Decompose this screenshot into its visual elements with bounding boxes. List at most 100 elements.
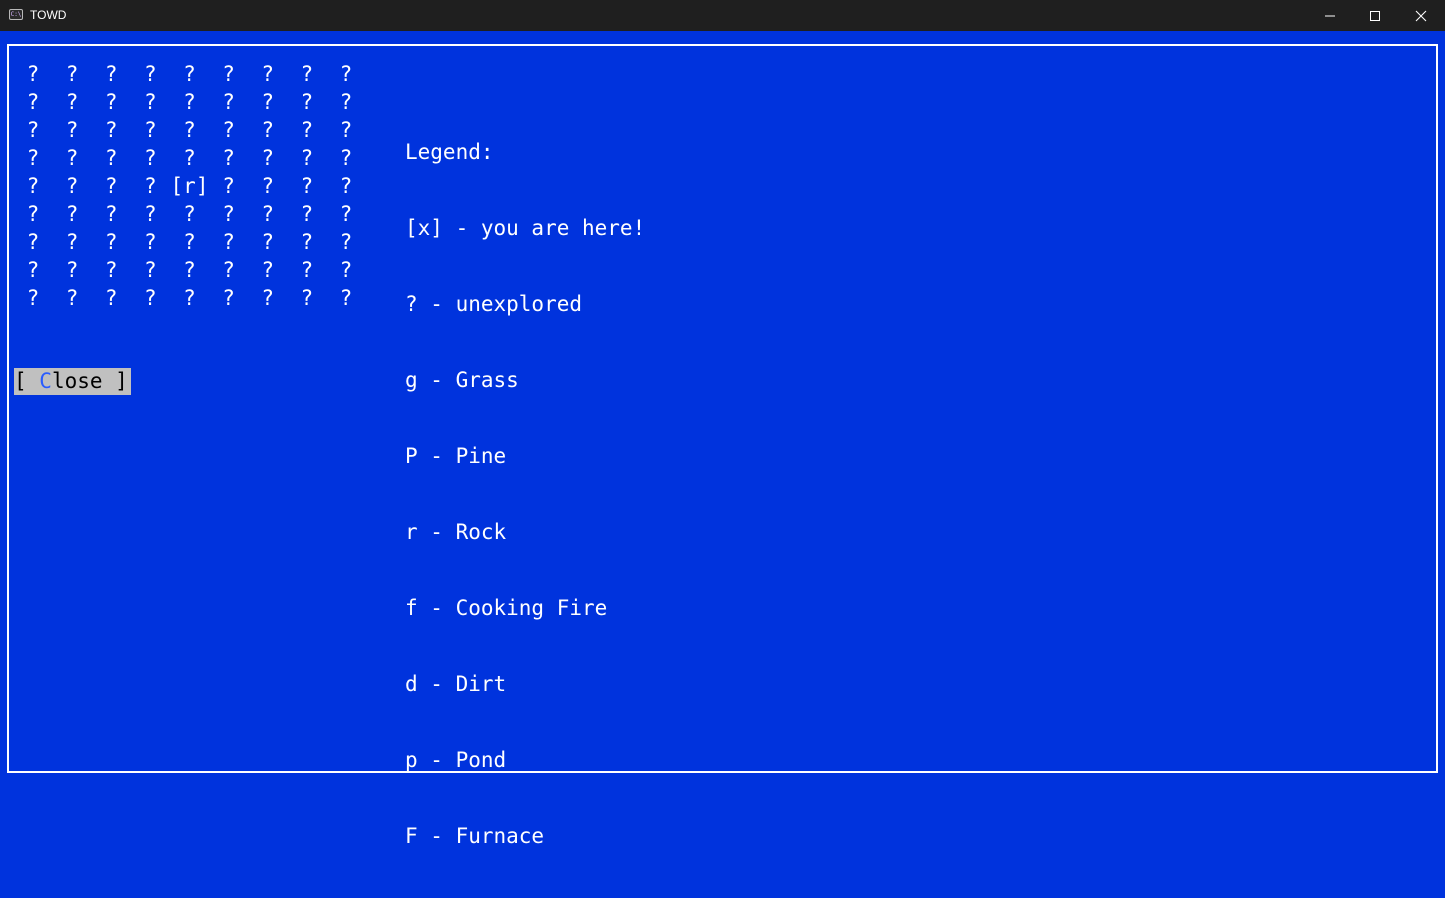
title-bar[interactable]: C:\ TOWD <box>0 0 1445 31</box>
map-cell-unexplored: ? <box>183 118 196 142</box>
legend-entry: F - Furnace <box>405 824 545 848</box>
map-cell-unexplored: ? <box>183 90 196 114</box>
maximize-icon <box>1370 11 1380 21</box>
map-cell-unexplored: ? <box>26 258 40 282</box>
map-cell-unexplored: ? <box>65 230 79 254</box>
map-row: ????????? <box>0 228 360 256</box>
map-row: ???? [r]???? <box>0 172 360 200</box>
map-cell-unexplored: ? <box>104 230 118 254</box>
map-cell-unexplored: ? <box>300 202 314 226</box>
map-cell-unexplored: ? <box>144 230 157 254</box>
map-row: ????????? <box>0 88 360 116</box>
map-cell-unexplored: ? <box>26 286 40 310</box>
map-cell-unexplored: ? <box>300 62 314 86</box>
map-cell-unexplored: ? <box>104 118 118 142</box>
map-cell-unexplored: ? <box>261 202 275 226</box>
terminal-icon: C:\ <box>9 9 23 20</box>
map-cell-unexplored: ? <box>339 118 353 142</box>
map-cell-unexplored: ? <box>339 202 353 226</box>
map-cell-unexplored: ? <box>104 286 118 310</box>
map-cell-unexplored: ? <box>26 230 40 254</box>
legend-entry: ? - unexplored <box>405 292 583 316</box>
map-cell-unexplored: ? <box>26 146 40 170</box>
map-row: ????????? <box>0 144 360 172</box>
map-cell-unexplored: ? <box>339 174 353 198</box>
map-cell-unexplored: ? <box>261 62 275 86</box>
map-cell-unexplored: ? <box>183 230 196 254</box>
map-cell-unexplored: ? <box>222 62 235 86</box>
map-row: ????????? <box>0 284 360 312</box>
map-cell-unexplored: ? <box>222 90 235 114</box>
map-cell-unexplored: ? <box>300 174 314 198</box>
map-cell-unexplored: ? <box>183 258 196 282</box>
map-cell-unexplored: ? <box>261 118 275 142</box>
map-cell-unexplored: ? <box>261 174 275 198</box>
map-cell-unexplored: ? <box>339 62 353 86</box>
map-row: ????????? <box>0 256 360 284</box>
map-cell-unexplored: ? <box>144 90 157 114</box>
map-cell-unexplored: ? <box>339 146 353 170</box>
map-cell-unexplored: ? <box>183 62 196 86</box>
map-cell-unexplored: ? <box>144 118 157 142</box>
minimize-icon <box>1325 15 1335 17</box>
map-cell-unexplored: ? <box>26 90 40 114</box>
map-cell-unexplored: ? <box>300 90 314 114</box>
map-cell-unexplored: ? <box>222 230 235 254</box>
map-cell-unexplored: ? <box>261 230 275 254</box>
close-window-button[interactable] <box>1398 0 1444 31</box>
close-button-rest: lose ] <box>51 369 128 393</box>
maximize-button[interactable] <box>1352 0 1398 31</box>
map-cell: [r] <box>170 174 209 198</box>
map-cell-unexplored: ? <box>339 230 353 254</box>
legend-heading: Legend: <box>405 140 494 164</box>
map-cell-unexplored: ? <box>261 90 275 114</box>
map-cell-unexplored: ? <box>183 146 196 170</box>
map-row: ????????? <box>0 200 360 228</box>
map-cell-unexplored: ? <box>144 202 157 226</box>
map-cell-unexplored: ? <box>222 118 235 142</box>
map-cell-unexplored: ? <box>26 62 40 86</box>
map-cell-unexplored: ? <box>300 258 314 282</box>
map-cell-unexplored: ? <box>65 258 79 282</box>
map-cell-unexplored: ? <box>144 146 157 170</box>
close-button[interactable]: [ Close ] <box>14 368 131 395</box>
map-cell-unexplored: ? <box>65 202 79 226</box>
map-cell-unexplored: ? <box>104 202 118 226</box>
map-cell-unexplored: ? <box>222 146 235 170</box>
legend-entry: r - Rock <box>405 520 507 544</box>
map-cell-unexplored: ? <box>222 202 235 226</box>
map-cell-unexplored: ? <box>26 118 40 142</box>
map-cell-unexplored: ? <box>339 286 353 310</box>
console-area: ????????????????????????????????????????… <box>0 31 1445 848</box>
map-cell-unexplored: ? <box>65 62 79 86</box>
map-cell-unexplored: ? <box>26 174 40 198</box>
map-cell-unexplored: ? <box>65 146 79 170</box>
legend: Legend: [x] - you are here! ? - unexplor… <box>405 90 645 898</box>
map-cell-unexplored: ? <box>65 174 79 198</box>
map-cell-unexplored: ? <box>183 286 196 310</box>
close-button-hotkey: C <box>39 369 52 393</box>
legend-entry: P - Pine <box>405 444 507 468</box>
app-window: C:\ TOWD ???????????????????????????????… <box>0 0 1445 848</box>
map-cell-unexplored: ? <box>261 286 275 310</box>
map-cell-unexplored: ? <box>222 286 235 310</box>
map-cell-unexplored: ? <box>300 146 314 170</box>
map-cell-unexplored: ? <box>65 90 79 114</box>
map-cell-unexplored: ? <box>300 118 314 142</box>
legend-entry: f - Cooking Fire <box>405 596 608 620</box>
map-cell-unexplored: ? <box>339 90 353 114</box>
close-button-prefix: [ <box>14 369 40 393</box>
close-icon <box>1415 10 1427 22</box>
map-cell-unexplored: ? <box>104 90 118 114</box>
map-cell-unexplored: ? <box>300 286 314 310</box>
map-cell-unexplored: ? <box>104 258 118 282</box>
legend-entry: d - Dirt <box>405 672 507 696</box>
map-cell-unexplored: ? <box>222 258 235 282</box>
map-cell-unexplored: ? <box>26 202 40 226</box>
map-cell-unexplored: ? <box>104 174 118 198</box>
legend-entry: p - Pond <box>405 748 507 772</box>
legend-entry: [x] - you are here! <box>405 216 646 240</box>
map-cell-unexplored: ? <box>104 146 118 170</box>
minimize-button[interactable] <box>1307 0 1353 31</box>
map-cell-unexplored: ? <box>144 174 157 198</box>
